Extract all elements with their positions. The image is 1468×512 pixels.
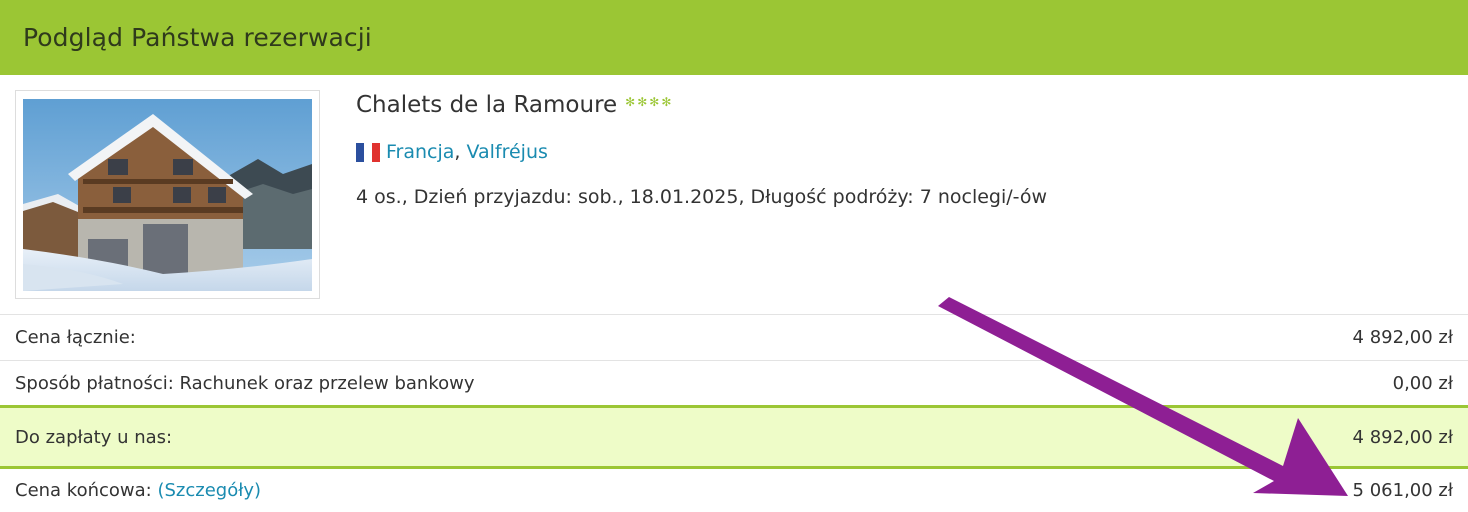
price-details-link[interactable]: (Szczegóły) [157, 480, 261, 501]
final-price-label-group: Cena końcowa: (Szczegóły) [15, 480, 261, 501]
region-link[interactable]: Valfréjus [466, 141, 547, 163]
price-row-total: Cena łącznie: 4 892,00 zł [0, 314, 1468, 360]
price-row-due: Do zapłaty u nas: 4 892,00 zł [0, 405, 1468, 469]
final-price-value: 5 061,00 zł [1352, 480, 1453, 501]
hotel-photo[interactable] [15, 90, 320, 299]
country-link[interactable]: Francja [386, 141, 454, 163]
hotel-location: Francja , Valfréjus [356, 141, 548, 163]
hotel-name-row: Chalets de la Ramoure ✻ ✻ ✻ ✻ [356, 92, 671, 118]
star-icon: ✻ [649, 95, 660, 109]
price-row-final: Cena końcowa: (Szczegóły) 5 061,00 zł [0, 469, 1468, 512]
france-flag-icon [356, 142, 380, 162]
payment-method-label: Sposób płatności: Rachunek oraz przelew … [15, 372, 475, 394]
star-rating-icon: ✻ ✻ ✻ ✻ [625, 96, 671, 108]
star-icon: ✻ [661, 95, 672, 109]
location-separator: , [454, 141, 461, 163]
final-price-label: Cena końcowa: [15, 480, 152, 501]
price-summary: Cena łącznie: 4 892,00 zł Sposób płatnoś… [0, 314, 1468, 512]
hotel-photo-image [23, 99, 312, 291]
page-header: Podgląd Państwa rezerwacji [0, 0, 1468, 75]
total-price-value: 4 892,00 zł [1352, 327, 1453, 348]
hotel-name[interactable]: Chalets de la Ramoure [356, 92, 617, 118]
price-row-payment: Sposób płatności: Rachunek oraz przelew … [0, 360, 1468, 405]
amount-due-value: 4 892,00 zł [1352, 426, 1453, 448]
star-icon: ✻ [625, 95, 636, 109]
amount-due-label: Do zapłaty u nas: [15, 426, 173, 448]
star-icon: ✻ [637, 95, 648, 109]
total-price-label: Cena łącznie: [15, 327, 136, 348]
page-title: Podgląd Państwa rezerwacji [23, 23, 372, 52]
trip-details: 4 os., Dzień przyjazdu: sob., 18.01.2025… [356, 186, 1048, 208]
payment-method-value: 0,00 zł [1392, 372, 1453, 394]
